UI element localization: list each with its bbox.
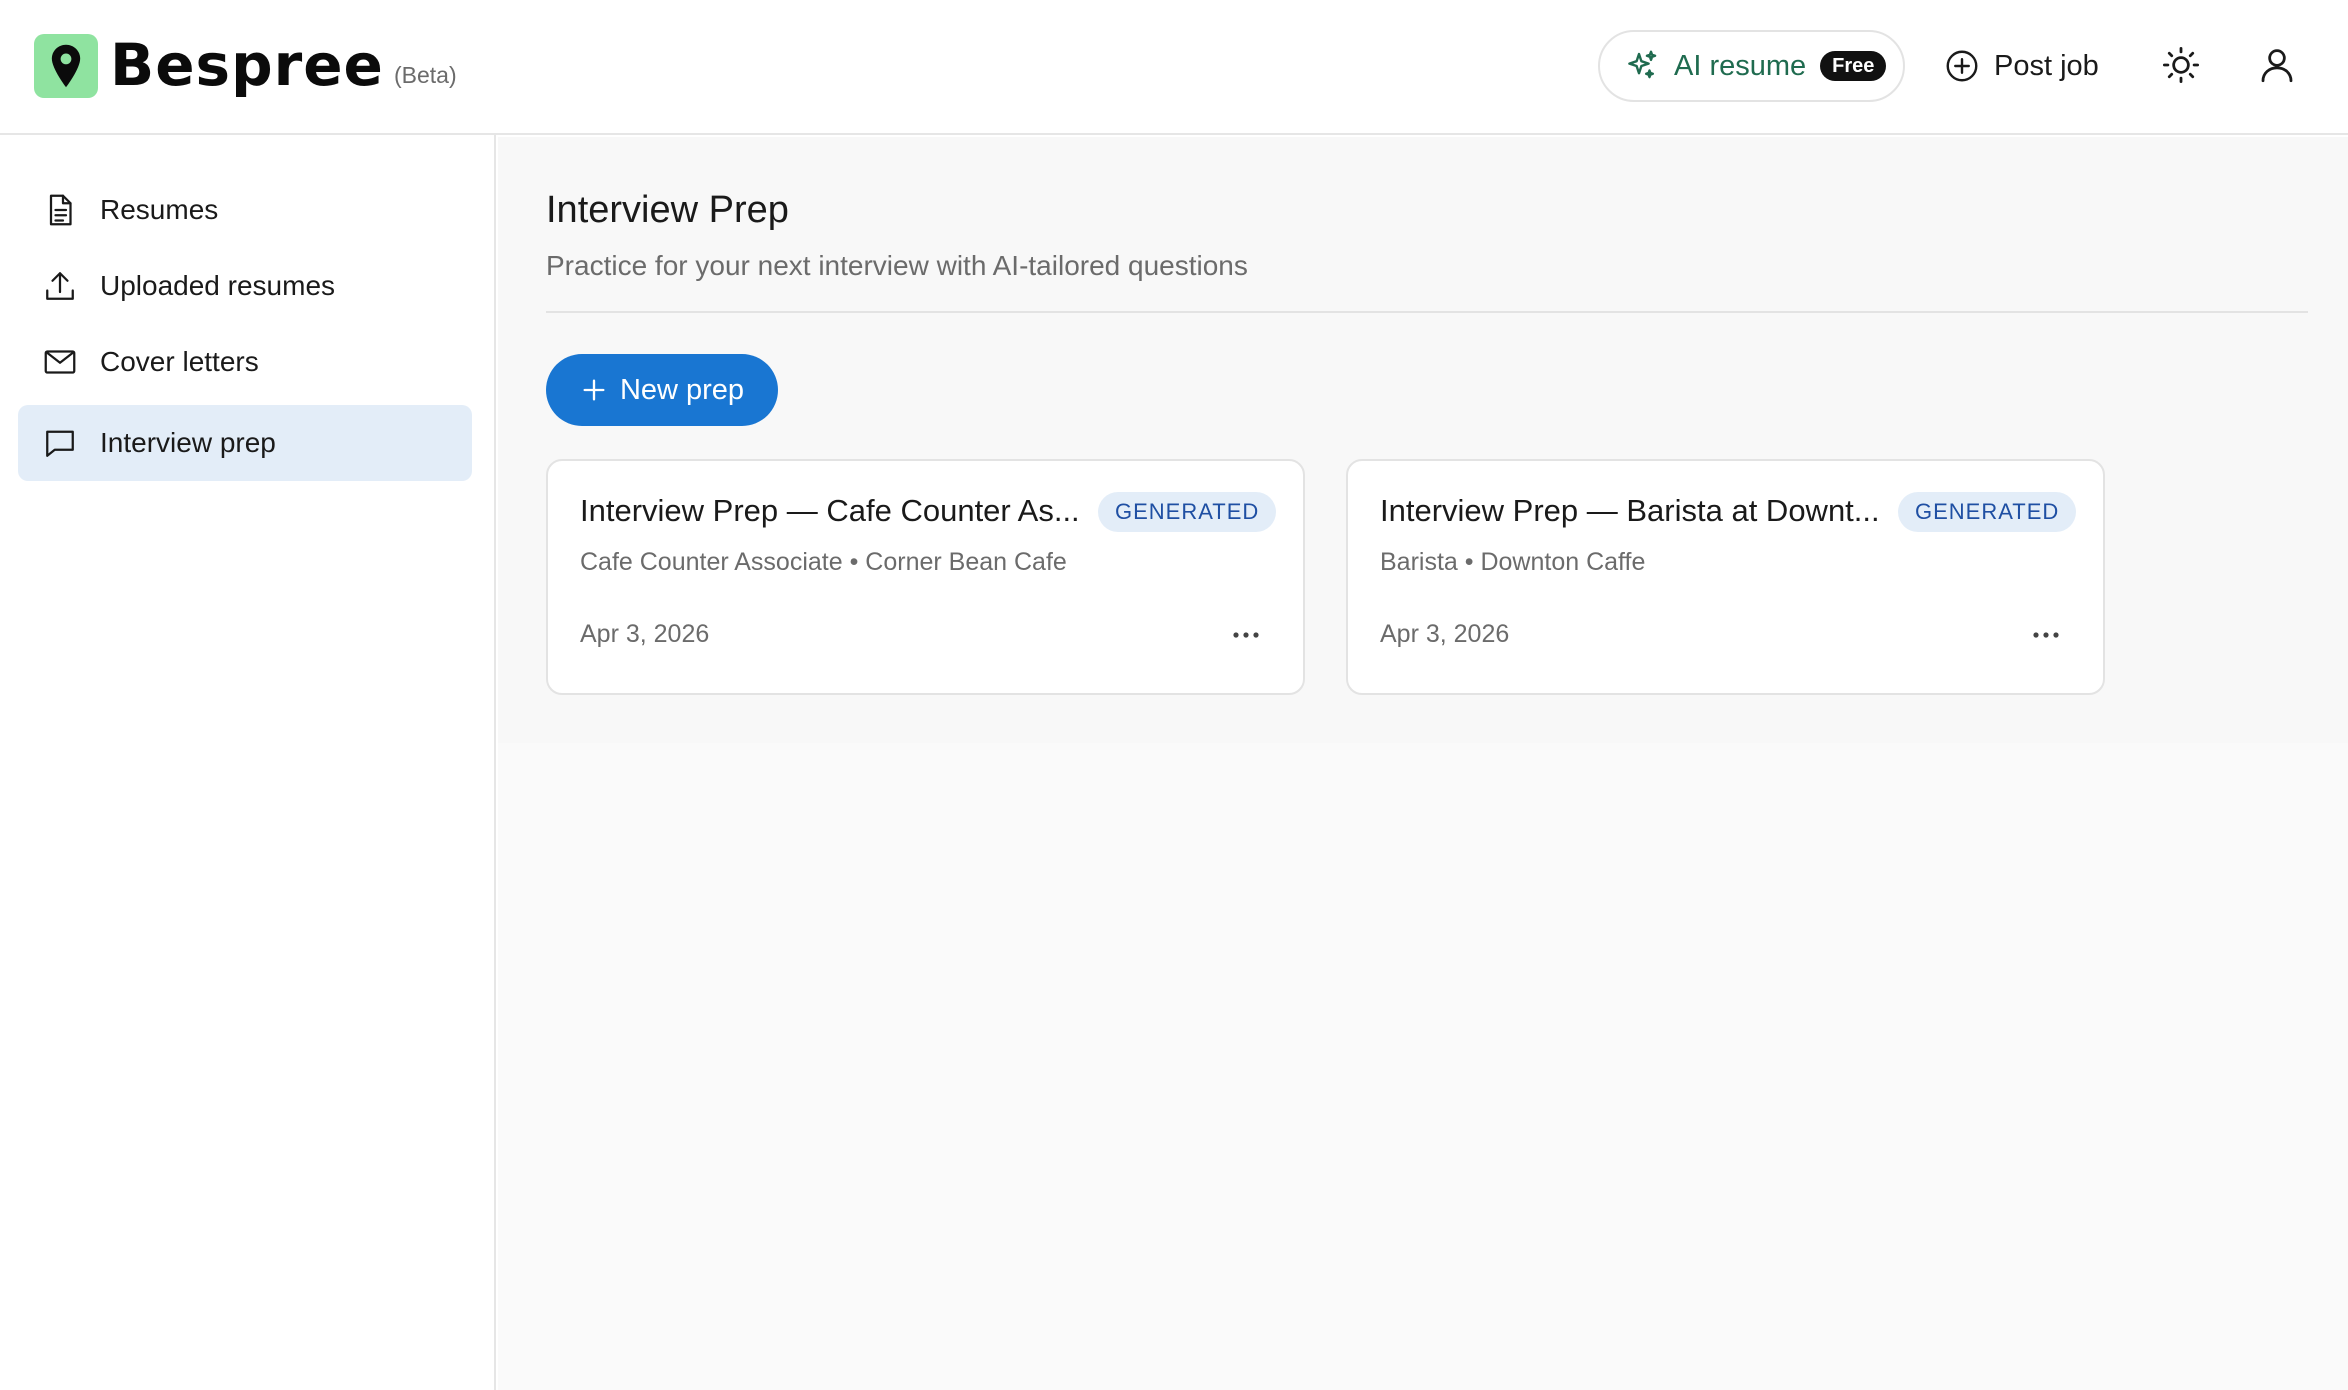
prep-card[interactable]: Interview Prep — Cafe Counter As... GENE… bbox=[546, 459, 1305, 695]
upload-icon bbox=[42, 268, 78, 304]
sparkles-icon bbox=[1624, 48, 1660, 84]
sidebar-item-resumes[interactable]: Resumes bbox=[18, 172, 472, 248]
plus-icon bbox=[580, 376, 608, 404]
new-prep-label: New prep bbox=[619, 373, 745, 406]
divider bbox=[546, 311, 2308, 313]
more-options-icon[interactable] bbox=[1226, 615, 1266, 655]
ai-resume-button[interactable]: AI resume Free bbox=[1598, 30, 1905, 102]
sidebar-item-label: Cover letters bbox=[100, 346, 259, 377]
beta-label: (Beta) bbox=[394, 62, 457, 88]
card-date: Apr 3, 2026 bbox=[1380, 620, 1510, 648]
sidebar-item-uploaded-resumes[interactable]: Uploaded resumes bbox=[18, 248, 472, 324]
sidebar: Resumes Uploaded resumes Cover letters I… bbox=[0, 135, 496, 1390]
main-empty-area bbox=[498, 743, 2348, 1390]
page-title: Interview Prep bbox=[546, 189, 789, 231]
prep-card[interactable]: Interview Prep — Barista at Downt... GEN… bbox=[1346, 459, 2105, 695]
status-badge: GENERATED bbox=[1898, 492, 2077, 532]
logo-map-pin-icon[interactable] bbox=[34, 34, 98, 98]
free-badge: Free bbox=[1820, 51, 1887, 81]
sidebar-item-interview-prep[interactable]: Interview prep bbox=[18, 405, 472, 481]
document-icon bbox=[42, 192, 78, 228]
user-icon[interactable] bbox=[2256, 44, 2298, 86]
card-subtitle: Barista • Downton Caffe bbox=[1380, 548, 1646, 576]
card-subtitle: Cafe Counter Associate • Corner Bean Caf… bbox=[580, 548, 1067, 576]
card-title: Interview Prep — Cafe Counter As... bbox=[580, 493, 1080, 528]
more-options-icon[interactable] bbox=[2026, 615, 2066, 655]
sidebar-item-cover-letters[interactable]: Cover letters bbox=[18, 324, 472, 400]
card-date: Apr 3, 2026 bbox=[580, 620, 710, 648]
card-title: Interview Prep — Barista at Downt... bbox=[1380, 493, 1880, 528]
chat-bubble-icon bbox=[42, 425, 78, 461]
sidebar-item-label: Resumes bbox=[100, 194, 219, 225]
new-prep-button[interactable]: New prep bbox=[546, 354, 778, 426]
status-badge: GENERATED bbox=[1098, 492, 1277, 532]
sun-icon[interactable] bbox=[2160, 44, 2202, 86]
plus-circle-icon bbox=[1944, 48, 1980, 84]
sidebar-item-label: Uploaded resumes bbox=[100, 270, 336, 301]
sidebar-item-label: Interview prep bbox=[100, 427, 276, 458]
brand-name[interactable]: Bespree bbox=[110, 28, 384, 102]
top-header: Bespree (Beta) AI resume Free Post job bbox=[0, 0, 2348, 135]
post-job-label: Post job bbox=[1994, 49, 2099, 82]
post-job-button[interactable]: Post job bbox=[1944, 38, 2099, 94]
ai-resume-label: AI resume bbox=[1674, 49, 1807, 82]
page-subtitle: Practice for your next interview with AI… bbox=[546, 250, 1248, 281]
mail-icon bbox=[42, 344, 78, 380]
